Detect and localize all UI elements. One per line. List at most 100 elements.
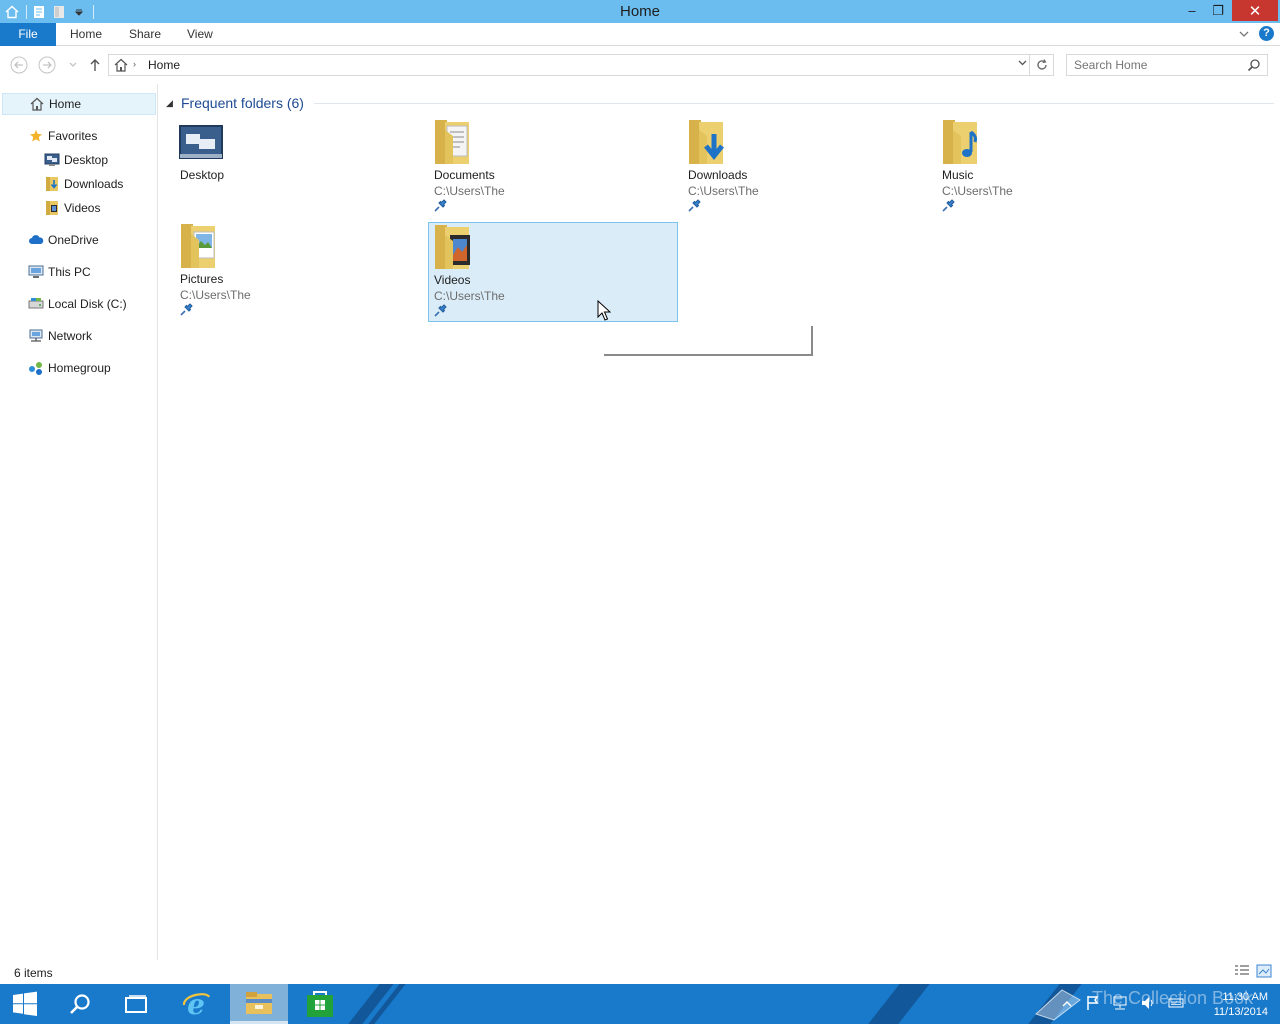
network-icon	[28, 328, 44, 344]
help-icon[interactable]: ?	[1259, 26, 1274, 41]
close-button[interactable]: ✕	[1232, 0, 1278, 21]
clock-date: 11/13/2014	[1213, 1006, 1268, 1018]
folder-tile-downloads[interactable]: Downloads C:\Users\The	[683, 118, 933, 218]
downloads-folder-icon	[44, 176, 60, 192]
nav-item-desktop[interactable]: Desktop	[44, 149, 108, 171]
folder-path: C:\Users\The	[942, 184, 1013, 198]
store-icon	[307, 991, 333, 1017]
nav-item-label: This PC	[48, 265, 91, 279]
navigation-bar: › Home	[0, 46, 1280, 84]
search-taskbar-button[interactable]	[52, 984, 108, 1024]
internet-explorer-button[interactable]: e	[168, 984, 224, 1024]
search-box[interactable]	[1066, 54, 1268, 76]
nav-item-label: Videos	[64, 201, 101, 215]
tab-view[interactable]: View	[187, 23, 213, 46]
folder-name: Music	[942, 168, 974, 182]
nav-item-onedrive[interactable]: OneDrive	[28, 229, 99, 251]
downloads-folder-icon	[687, 118, 731, 166]
nav-item-home[interactable]: Home	[2, 93, 156, 115]
videos-folder-icon	[44, 200, 60, 216]
tooltip	[604, 326, 813, 356]
nav-item-homegroup[interactable]: Homegroup	[28, 357, 111, 379]
details-view-icon[interactable]	[1234, 964, 1250, 981]
drive-icon	[28, 296, 44, 312]
computer-icon	[28, 264, 44, 280]
nav-item-label: Downloads	[64, 177, 124, 191]
nav-item-label: Network	[48, 329, 93, 343]
file-explorer-button[interactable]	[230, 984, 288, 1024]
forward-button[interactable]	[38, 56, 56, 74]
system-tray	[1054, 984, 1190, 1024]
windows-logo-icon	[13, 991, 37, 1016]
back-button[interactable]	[10, 56, 28, 74]
tab-share[interactable]: Share	[129, 23, 161, 46]
internet-explorer-icon: e	[182, 989, 211, 1019]
clock-time: 11:30 AM	[1222, 991, 1268, 1003]
home-icon	[29, 96, 45, 112]
clock[interactable]: 11:30 AM 11/13/2014	[1214, 990, 1268, 1020]
star-icon	[28, 128, 44, 144]
folder-name: Documents	[434, 168, 495, 182]
recent-locations-button[interactable]	[64, 56, 82, 74]
folder-name: Pictures	[180, 272, 224, 286]
nav-item-this-pc[interactable]: This PC	[28, 261, 91, 283]
tab-home[interactable]: Home	[70, 23, 102, 46]
keyboard-icon[interactable]	[1168, 997, 1184, 1012]
pictures-folder-icon	[179, 222, 223, 270]
title-bar: Home – ❐ ✕	[0, 0, 1280, 23]
homegroup-icon	[28, 360, 44, 376]
mouse-cursor-icon	[597, 299, 612, 325]
nav-item-network[interactable]: Network	[28, 325, 92, 347]
nav-item-label: OneDrive	[48, 233, 99, 247]
folder-path: C:\Users\The	[688, 184, 759, 198]
tab-file[interactable]: File	[0, 23, 56, 46]
folder-tile-desktop[interactable]: Desktop	[175, 118, 425, 218]
search-icon[interactable]	[1247, 58, 1261, 75]
group-header-frequent-folders[interactable]: ◢ Frequent folders (6)	[166, 94, 1274, 112]
nav-item-local-disk[interactable]: Local Disk (C:)	[28, 293, 127, 315]
nav-item-label: Favorites	[48, 129, 98, 143]
address-dropdown-icon[interactable]	[1018, 58, 1027, 70]
desktop-icon	[179, 118, 223, 166]
search-input[interactable]	[1067, 55, 1237, 75]
task-view-button[interactable]	[108, 984, 164, 1024]
group-divider	[313, 102, 1274, 104]
nav-item-label: Home	[49, 97, 82, 111]
store-button[interactable]	[292, 984, 348, 1024]
refresh-icon[interactable]	[1029, 55, 1053, 75]
action-center-flag-icon[interactable]	[1086, 995, 1100, 1014]
taskbar: e The Collection Book 11:30 AM 11/13/201…	[0, 984, 1280, 1024]
start-button[interactable]	[0, 984, 50, 1024]
breadcrumb[interactable]: Home	[148, 58, 180, 72]
file-explorer-icon	[246, 991, 272, 1014]
status-bar: 6 items	[0, 962, 1280, 984]
folder-tile-documents[interactable]: Documents C:\Users\The	[429, 118, 679, 218]
collapse-group-icon[interactable]: ◢	[166, 98, 181, 109]
breadcrumb-separator-icon[interactable]: ›	[133, 59, 136, 69]
pin-icon	[180, 302, 194, 319]
pin-icon	[942, 198, 956, 215]
large-icons-view-icon[interactable]	[1256, 964, 1272, 981]
up-button[interactable]	[86, 56, 104, 74]
folder-name: Downloads	[688, 168, 748, 182]
nav-item-videos[interactable]: Videos	[44, 197, 100, 219]
folder-tile-music[interactable]: Music C:\Users\The	[937, 118, 1187, 218]
address-bar[interactable]: › Home	[108, 54, 1054, 76]
home-location-icon	[113, 57, 129, 76]
show-hidden-icons-icon[interactable]	[1062, 997, 1072, 1011]
search-icon	[70, 994, 90, 1014]
restore-button[interactable]: ❐	[1204, 0, 1232, 21]
nav-item-label: Desktop	[64, 153, 109, 167]
pin-icon	[434, 198, 448, 215]
pin-icon	[434, 303, 448, 320]
expand-ribbon-icon[interactable]	[1239, 27, 1249, 41]
folder-tile-videos[interactable]: Videos C:\Users\The	[428, 222, 678, 322]
task-view-icon	[125, 995, 147, 1013]
volume-icon[interactable]	[1140, 995, 1156, 1014]
nav-item-downloads[interactable]: Downloads	[44, 173, 123, 195]
minimize-button[interactable]: –	[1178, 0, 1206, 21]
nav-item-label: Homegroup	[48, 361, 111, 375]
nav-item-favorites[interactable]: Favorites	[28, 125, 97, 147]
folder-tile-pictures[interactable]: Pictures C:\Users\The	[175, 222, 425, 322]
network-status-icon[interactable]	[1112, 995, 1128, 1014]
